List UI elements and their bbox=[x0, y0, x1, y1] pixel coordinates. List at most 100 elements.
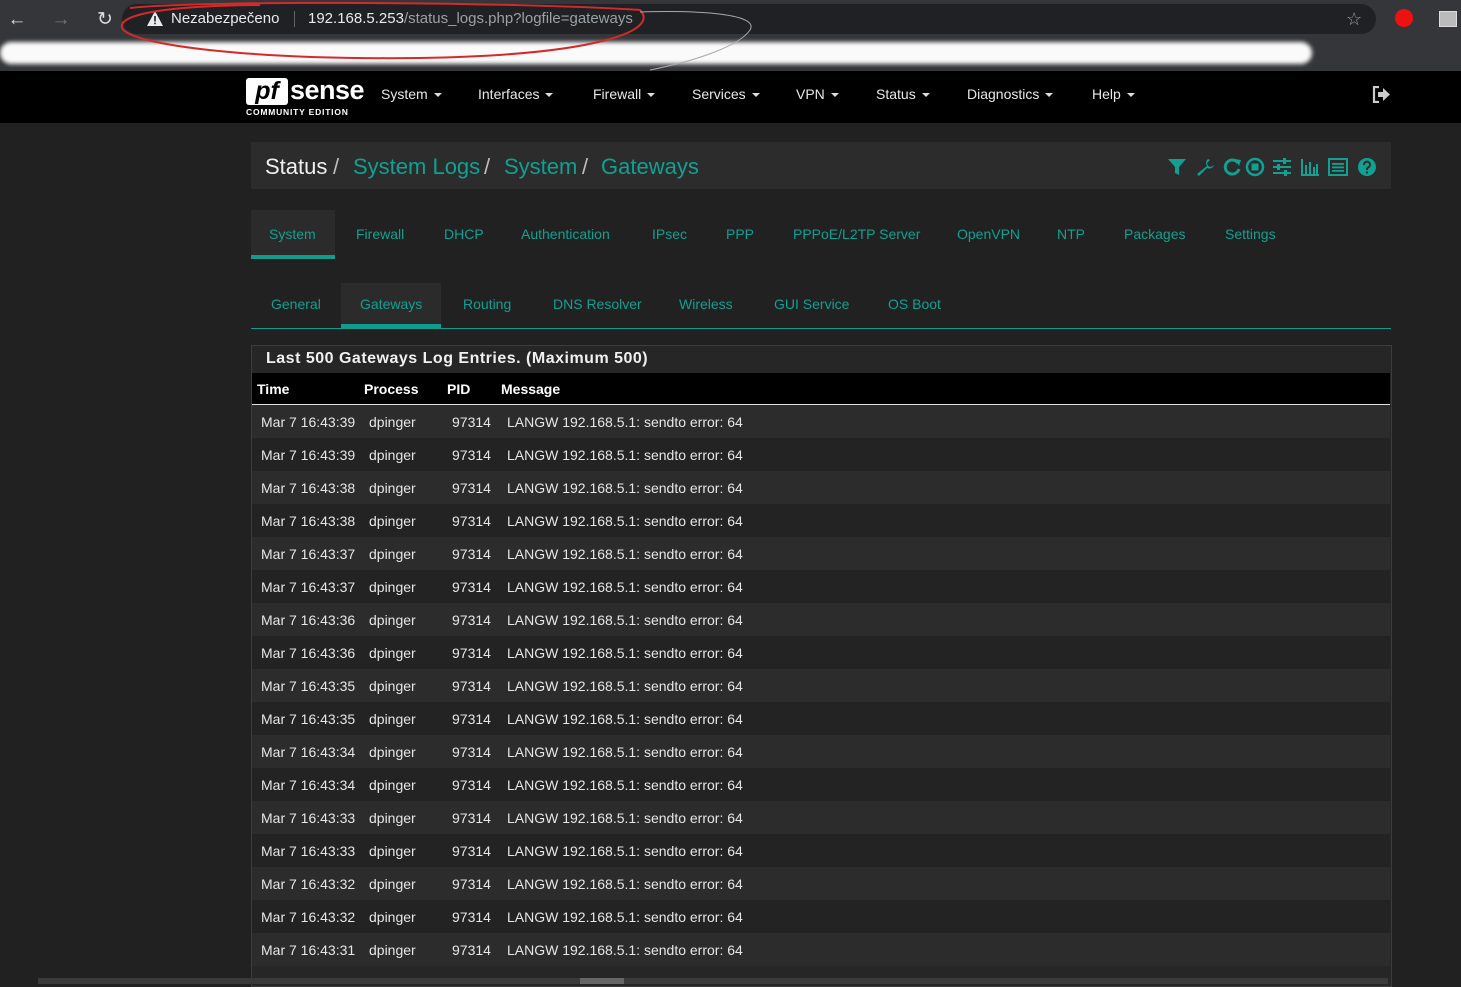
menu-interfaces[interactable]: Interfaces bbox=[478, 86, 554, 102]
cell-process: dpinger bbox=[369, 612, 416, 628]
breadcrumb-system[interactable]: System bbox=[504, 154, 577, 180]
logout-icon[interactable] bbox=[1372, 86, 1391, 103]
star-icon[interactable]: ☆ bbox=[1346, 9, 1362, 30]
breadcrumb-system-logs[interactable]: System Logs bbox=[353, 154, 480, 180]
wrench-icon[interactable] bbox=[1195, 157, 1215, 177]
panel-title: Last 500 Gateways Log Entries. (Maximum … bbox=[266, 350, 649, 367]
cell-pid: 97314 bbox=[452, 546, 491, 562]
scrollbar-thumb[interactable] bbox=[580, 978, 624, 984]
cell-time: Mar 7 16:43:39 bbox=[261, 447, 356, 463]
horizontal-scrollbar[interactable] bbox=[38, 978, 1388, 984]
pfsense-logo[interactable]: pf sense COMMUNITY EDITION bbox=[246, 75, 365, 118]
column-header-pid[interactable]: PID bbox=[447, 381, 470, 397]
table-row: Mar 7 16:43:32 dpinger 97314 LANGW 192.168.… bbox=[252, 900, 1390, 933]
refresh-icon[interactable] bbox=[1222, 157, 1242, 177]
subtab-os-boot[interactable]: OS Boot bbox=[888, 296, 941, 312]
back-icon[interactable]: ← bbox=[4, 7, 30, 33]
table-row: Mar 7 16:43:32 dpinger 97314 LANGW 192.168.… bbox=[252, 867, 1390, 900]
cell-time: Mar 7 16:43:38 bbox=[261, 480, 356, 496]
cell-message: LANGW 192.168.5.1: sendto error: 64 bbox=[507, 645, 743, 661]
subtab-routing[interactable]: Routing bbox=[463, 296, 511, 312]
subtab-general[interactable]: General bbox=[271, 296, 321, 312]
menu-help[interactable]: Help bbox=[1092, 86, 1135, 102]
filter-icon[interactable] bbox=[1167, 157, 1187, 177]
tab-ipsec[interactable]: IPsec bbox=[652, 226, 687, 242]
column-header-process[interactable]: Process bbox=[364, 381, 418, 397]
menu-diagnostics[interactable]: Diagnostics bbox=[967, 86, 1054, 102]
cell-pid: 97314 bbox=[452, 810, 491, 826]
table-row: Mar 7 16:43:36 dpinger 97314 LANGW 192.168.… bbox=[252, 636, 1390, 669]
menu-vpn[interactable]: VPN bbox=[796, 86, 839, 102]
breadcrumb-gateways[interactable]: Gateways bbox=[601, 154, 699, 180]
address-separator bbox=[294, 11, 295, 27]
tab-ntp[interactable]: NTP bbox=[1057, 226, 1085, 242]
extension-icon[interactable] bbox=[1395, 9, 1413, 27]
tab-packages[interactable]: Packages bbox=[1124, 226, 1185, 242]
list-icon[interactable] bbox=[1328, 157, 1348, 177]
menu-system[interactable]: System bbox=[381, 86, 442, 102]
cell-message: LANGW 192.168.5.1: sendto error: 64 bbox=[507, 810, 743, 826]
cell-pid: 97314 bbox=[452, 843, 491, 859]
table-row: Mar 7 16:43:33 dpinger 97314 LANGW 192.168.… bbox=[252, 834, 1390, 867]
subtab-wireless[interactable]: Wireless bbox=[679, 296, 733, 312]
forward-icon[interactable]: → bbox=[48, 7, 74, 33]
logo-pf: pf bbox=[246, 78, 288, 105]
cell-pid: 97314 bbox=[452, 513, 491, 529]
tab-openvpn[interactable]: OpenVPN bbox=[957, 226, 1020, 242]
chart-icon[interactable] bbox=[1300, 157, 1320, 177]
cell-pid: 97314 bbox=[452, 447, 491, 463]
tab-firewall[interactable]: Firewall bbox=[356, 226, 404, 242]
subtab-dns-resolver[interactable]: DNS Resolver bbox=[553, 296, 642, 312]
subtab-gui-service[interactable]: GUI Service bbox=[774, 296, 849, 312]
cell-message: LANGW 192.168.5.1: sendto error: 64 bbox=[507, 480, 743, 496]
menu-services[interactable]: Services bbox=[692, 86, 760, 102]
cell-process: dpinger bbox=[369, 480, 416, 496]
column-header-message[interactable]: Message bbox=[501, 381, 560, 397]
caret-down-icon bbox=[1126, 93, 1135, 98]
profile-icon[interactable] bbox=[1439, 11, 1457, 27]
reload-icon[interactable]: ↻ bbox=[92, 7, 118, 33]
stop-icon[interactable] bbox=[1245, 157, 1265, 177]
cell-pid: 97314 bbox=[452, 645, 491, 661]
help-icon[interactable] bbox=[1357, 157, 1377, 177]
column-header-time[interactable]: Time bbox=[257, 381, 289, 397]
tab-system[interactable]: System bbox=[269, 226, 316, 242]
tab-active-indicator bbox=[251, 255, 335, 259]
cell-time: Mar 7 16:43:36 bbox=[261, 645, 356, 661]
tab-settings[interactable]: Settings bbox=[1225, 226, 1276, 242]
table-row: Mar 7 16:43:35 dpinger 97314 LANGW 192.168.… bbox=[252, 702, 1390, 735]
table-header bbox=[252, 373, 1390, 406]
cell-pid: 97314 bbox=[452, 876, 491, 892]
tab-authentication[interactable]: Authentication bbox=[521, 226, 610, 242]
menu-status[interactable]: Status bbox=[876, 86, 930, 102]
menu-firewall[interactable]: Firewall bbox=[593, 86, 656, 102]
cell-process: dpinger bbox=[369, 579, 416, 595]
tab-pppoe-l2tp-server[interactable]: PPPoE/L2TP Server bbox=[793, 226, 920, 242]
security-label[interactable]: Nezabezpečeno bbox=[171, 10, 279, 27]
menu-label: Help bbox=[1092, 86, 1121, 102]
cell-pid: 97314 bbox=[452, 579, 491, 595]
url-host: 192.168.5.253 bbox=[308, 10, 404, 27]
cell-message: LANGW 192.168.5.1: sendto error: 64 bbox=[507, 942, 743, 958]
tab-ppp[interactable]: PPP bbox=[726, 226, 754, 242]
subtab-gateways[interactable]: Gateways bbox=[360, 296, 422, 312]
cell-process: dpinger bbox=[369, 447, 416, 463]
table-row: Mar 7 16:43:31 dpinger 97314 LANGW 192.168.… bbox=[252, 933, 1390, 966]
url-text[interactable]: 192.168.5.253/status_logs.php?logfile=ga… bbox=[308, 10, 633, 27]
cell-message: LANGW 192.168.5.1: sendto error: 64 bbox=[507, 612, 743, 628]
cell-process: dpinger bbox=[369, 414, 416, 430]
cell-message: LANGW 192.168.5.1: sendto error: 64 bbox=[507, 546, 743, 562]
caret-down-icon bbox=[433, 93, 442, 98]
sliders-icon[interactable] bbox=[1272, 157, 1292, 177]
cell-time: Mar 7 16:43:33 bbox=[261, 810, 356, 826]
menu-label: System bbox=[381, 86, 428, 102]
table-row: Mar 7 16:43:39 dpinger 97314 LANGW 192.168.… bbox=[252, 438, 1390, 471]
cell-process: dpinger bbox=[369, 645, 416, 661]
tab-dhcp[interactable]: DHCP bbox=[444, 226, 484, 242]
table-row: Mar 7 16:43:33 dpinger 97314 LANGW 192.168.… bbox=[252, 801, 1390, 834]
cell-process: dpinger bbox=[369, 744, 416, 760]
menu-label: Status bbox=[876, 86, 916, 102]
table-row: Mar 7 16:43:35 dpinger 97314 LANGW 192.168.… bbox=[252, 669, 1390, 702]
cell-time: Mar 7 16:43:31 bbox=[261, 942, 356, 958]
table-row: Mar 7 16:43:39 dpinger 97314 LANGW 192.168.… bbox=[252, 405, 1390, 438]
